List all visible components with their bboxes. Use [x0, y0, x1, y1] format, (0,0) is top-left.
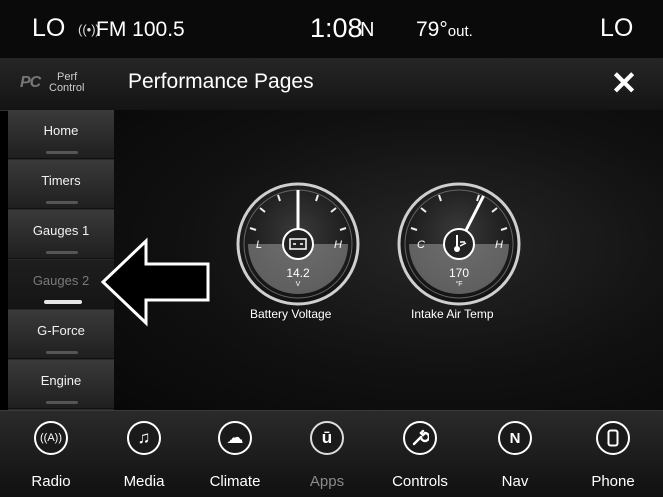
sidebar-item-gauges-2[interactable]: Gauges 2 [8, 260, 114, 309]
perf-control-label: Perf Control [49, 72, 109, 94]
wrench-icon-glyph [412, 429, 429, 446]
dock-label: Climate [209, 473, 261, 490]
perf-control-line2: Control [49, 82, 85, 94]
battery-icon [282, 228, 314, 260]
compass-icon: N [498, 421, 532, 455]
music-note-icon: ♫ [127, 421, 161, 455]
sidebar-item-indicator [46, 251, 78, 254]
title-bar: PC Perf Control Performance Pages ✕ [0, 58, 663, 111]
gauge-high-label: H [495, 239, 503, 251]
dock-climate-button[interactable]: ☁ Climate [197, 417, 277, 495]
sidebar-item-label: G-Force [37, 323, 85, 338]
sidebar-item-gauges-1[interactable]: Gauges 1 [8, 210, 114, 259]
sidebar-item-timers[interactable]: Timers [8, 160, 114, 209]
apps-icon-glyph: ū [321, 428, 333, 447]
perf-control-logo: PC [20, 74, 41, 91]
sidebar-item-indicator [46, 201, 78, 204]
sidebar-item-home[interactable]: Home [8, 110, 114, 159]
sidebar-item-indicator [44, 300, 82, 304]
compass-icon-glyph: N [509, 429, 521, 447]
dock-label: Phone [591, 473, 635, 490]
outside-temp-suffix: out. [447, 23, 473, 40]
dock-nav-button[interactable]: N Nav [477, 417, 557, 495]
sidebar-item-label: Gauges 2 [32, 273, 90, 288]
gauge-low-label: L [256, 239, 262, 251]
dock-label: Radio [31, 473, 71, 490]
music-note-glyph: ♫ [137, 428, 151, 447]
dock-controls-button[interactable]: Controls [382, 417, 462, 495]
outside-temperature: 79°out. [416, 18, 473, 42]
gauge-value: 14.2 [286, 266, 310, 280]
passenger-temp-setting[interactable]: LO [600, 14, 633, 43]
dock-radio-button[interactable]: ((A)) Radio [13, 417, 93, 495]
station-readout: FM 100.5 [96, 18, 185, 41]
sidebar-item-label: Gauges 1 [32, 223, 90, 238]
status-bar: LO ((•)) FM 100.5 1:08 N 79°out. LO [0, 0, 663, 58]
gauge-high-label: H [334, 239, 342, 251]
gauge-unit: V [296, 281, 301, 288]
dock-label: Apps [309, 473, 345, 490]
page-title: Performance Pages [128, 70, 314, 93]
sidebar-item-indicator [46, 351, 78, 354]
gauge-title: Intake Air Temp [411, 307, 494, 321]
close-icon[interactable]: ✕ [606, 65, 642, 101]
sidebar-item-engine[interactable]: Engine [8, 360, 114, 409]
dock-label: Nav [501, 473, 529, 490]
dock-apps-button[interactable]: ū Apps [289, 417, 369, 495]
climate-icon-glyph: ☁ [226, 428, 244, 447]
gauge-value: 170 [449, 266, 469, 280]
compass-heading: N [360, 19, 375, 41]
dock-label: Controls [392, 473, 448, 490]
sidebar-item-g-force[interactable]: G-Force [8, 310, 114, 359]
battery-voltage-gauge[interactable]: L H 14.2 V [234, 180, 362, 308]
dock-label: Media [123, 473, 165, 490]
sidebar-item-label: Home [43, 123, 79, 138]
gauge-unit: °F [455, 280, 462, 288]
bottom-dock: ((A)) Radio ♫ Media ☁ Climate ū Apps Con… [0, 410, 663, 497]
radio-icon: ((A)) [34, 421, 68, 455]
pointer-arrow-icon [100, 237, 210, 327]
clock: 1:08 [310, 13, 363, 43]
wrench-icon [403, 421, 437, 455]
dock-phone-button[interactable]: Phone [575, 417, 655, 495]
intake-air-temp-gauge[interactable]: C H 170 °F [395, 180, 523, 308]
driver-temp-setting[interactable]: LO [32, 14, 65, 43]
gauge-low-label: C [417, 239, 425, 251]
sidebar-item-label: Engine [40, 373, 82, 388]
radio-icon-glyph: ((A)) [40, 432, 62, 444]
gauge-title: Battery Voltage [250, 307, 332, 321]
apps-icon: ū [310, 421, 344, 455]
phone-icon-glyph [607, 429, 619, 447]
phone-icon [596, 421, 630, 455]
sidebar-item-indicator [46, 401, 78, 404]
sidebar-item-indicator [46, 151, 78, 154]
thermometer-icon [443, 228, 475, 260]
sidebar: Home Timers Gauges 1 Gauges 2 G-Force En… [8, 110, 114, 410]
outside-temp-value: 79° [416, 18, 448, 41]
dock-media-button[interactable]: ♫ Media [106, 417, 186, 495]
climate-icon: ☁ [218, 421, 252, 455]
sidebar-item-label: Timers [41, 173, 81, 188]
